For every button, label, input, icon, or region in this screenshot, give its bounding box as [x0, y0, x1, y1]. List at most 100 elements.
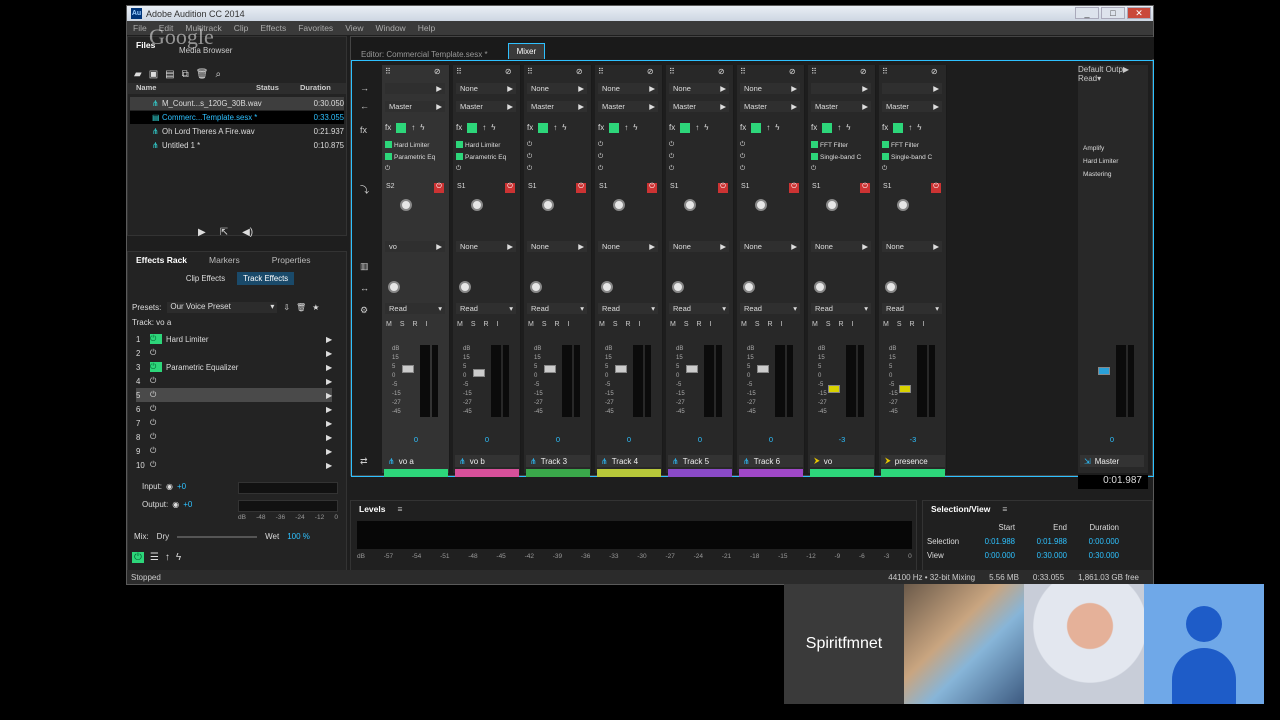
send-volume-knob[interactable] — [400, 199, 412, 211]
phase-icon[interactable]: ⊘ — [718, 67, 725, 76]
track-s-button[interactable]: S — [613, 321, 618, 328]
output-arrow-icon[interactable]: ← — [360, 101, 369, 111]
effect-slot[interactable]: 5 ⏻ ▶ — [136, 388, 332, 402]
drag-handle-icon[interactable]: ⠿ — [811, 67, 817, 76]
output-dropdown[interactable]: Master ▶ — [385, 101, 445, 112]
power-icon[interactable]: ⏻ — [150, 376, 162, 386]
master-fx-slot[interactable]: Mastering — [1081, 171, 1112, 178]
track-i-button[interactable]: I — [568, 321, 570, 328]
power-icon[interactable]: ⏻ — [150, 418, 162, 428]
track-m-button[interactable]: M — [457, 321, 463, 328]
send-bus-dropdown[interactable]: None ▶ — [882, 241, 942, 252]
fx-slot[interactable]: FFT Filter — [811, 141, 848, 150]
fx-icon[interactable]: fx — [527, 123, 533, 133]
track-r-button[interactable]: R — [839, 321, 844, 328]
close-button[interactable]: ✕ — [1127, 7, 1151, 19]
lightning-icon[interactable]: ϟ — [704, 123, 708, 133]
power-icon[interactable]: ⏻ — [527, 153, 532, 161]
power-icon[interactable] — [811, 153, 818, 162]
phase-icon[interactable]: ⊘ — [789, 67, 796, 76]
chevron-right-icon[interactable]: ▶ — [326, 377, 332, 386]
mix-slider[interactable] — [177, 535, 258, 538]
pan-knob[interactable] — [601, 281, 613, 293]
send-power-icon[interactable]: ⏻ — [860, 183, 870, 193]
fx-slot[interactable]: Single-band C — [882, 153, 932, 162]
send-power-icon[interactable]: ⏻ — [789, 183, 799, 193]
power-icon[interactable]: ⏻ — [385, 165, 390, 173]
track-s-button[interactable]: S — [542, 321, 547, 328]
power-icon[interactable] — [811, 141, 818, 150]
minimize-button[interactable]: _ — [1075, 7, 1099, 19]
send-bus-dropdown[interactable]: None ▶ — [811, 241, 871, 252]
fx-icon[interactable]: fx — [740, 123, 746, 133]
participant-avatar[interactable] — [1144, 584, 1264, 704]
fx-icon[interactable]: fx — [882, 123, 888, 133]
preset-dropdown[interactable]: Our Voice Preset ▾ — [167, 302, 278, 313]
input-arrow-icon[interactable]: → — [360, 83, 369, 93]
phase-icon[interactable]: ⊘ — [434, 67, 441, 76]
phase-icon[interactable]: ⊘ — [576, 67, 583, 76]
delete-preset-icon[interactable]: 🗑 — [296, 303, 306, 312]
favorite-star-icon[interactable]: ★ — [312, 303, 319, 312]
fx-power-icon[interactable] — [680, 123, 691, 133]
volume-fader[interactable]: dB 15 5 0 -5 -15 -27 -45 — [463, 345, 513, 420]
fader-cap[interactable] — [544, 365, 556, 373]
fx-icon[interactable]: fx — [456, 123, 462, 133]
track-r-button[interactable]: R — [768, 321, 773, 328]
power-icon[interactable] — [882, 141, 889, 150]
menu-window[interactable]: Window — [369, 23, 411, 33]
fx-power-icon[interactable] — [609, 123, 620, 133]
fader-cap[interactable] — [473, 369, 485, 377]
menu-effects[interactable]: Effects — [254, 23, 292, 33]
automation-dropdown[interactable]: Read ▾ — [740, 303, 800, 314]
fx-icon[interactable]: fx — [385, 123, 391, 133]
power-icon[interactable]: ⏻ — [150, 390, 162, 400]
lightning-icon[interactable]: ϟ — [176, 552, 181, 563]
effect-slot[interactable]: 2 ⏻ ▶ — [136, 346, 332, 360]
power-icon[interactable]: ⏻ — [669, 165, 674, 173]
track-s-button[interactable]: S — [897, 321, 902, 328]
track-name[interactable]: ⋔ Track 3 — [526, 455, 590, 467]
panel-menu-icon[interactable]: ≡ — [397, 504, 402, 514]
track-name[interactable]: ⮞ presence — [881, 455, 945, 467]
effect-slot[interactable]: 9 ⏻ ▶ — [136, 444, 332, 458]
fx-power-icon[interactable] — [396, 123, 407, 133]
input-dropdown[interactable]: None ▶ — [456, 83, 516, 94]
pre-post-icon[interactable]: ↑ — [553, 123, 557, 133]
track-m-button[interactable]: M — [883, 321, 889, 328]
selection-end[interactable]: 0:01.988 — [1015, 537, 1067, 546]
track-s-button[interactable]: S — [684, 321, 689, 328]
master-automation-dropdown[interactable]: Read▾ — [1078, 74, 1148, 83]
play-icon[interactable]: ▶ — [198, 227, 206, 238]
rack-power-icon[interactable]: ⏻ — [132, 552, 144, 563]
drag-handle-icon[interactable]: ⠿ — [598, 67, 604, 76]
drag-handle-icon[interactable]: ⠿ — [882, 67, 888, 76]
send-volume-knob[interactable] — [826, 199, 838, 211]
fx-slot[interactable]: ⏻ — [598, 153, 603, 161]
send-volume-knob[interactable] — [897, 199, 909, 211]
input-dropdown[interactable]: None ▶ — [527, 83, 587, 94]
power-icon[interactable]: ⏻ — [598, 153, 603, 161]
power-icon[interactable] — [456, 141, 463, 150]
save-preset-icon[interactable]: ⇩ — [283, 303, 290, 312]
send-bus-dropdown[interactable]: vo ▶ — [385, 241, 445, 252]
input-dropdown[interactable]: None ▶ — [669, 83, 729, 94]
fx-slot[interactable]: ⏻ — [527, 141, 532, 149]
input-dropdown[interactable]: ▶ — [882, 83, 942, 94]
effect-slot[interactable]: 10 ⏻ ▶ — [136, 458, 332, 472]
tab-markers[interactable]: Markers — [209, 255, 240, 265]
col-duration[interactable]: Duration — [292, 83, 331, 94]
power-icon[interactable] — [385, 141, 392, 150]
pre-post-icon[interactable]: ↑ — [624, 123, 628, 133]
pan-knob[interactable] — [885, 281, 897, 293]
master-fx-slot[interactable]: Amplify — [1081, 145, 1104, 152]
fx-slot[interactable]: ⏻ — [598, 141, 603, 149]
pan-knob[interactable] — [530, 281, 542, 293]
track-i-button[interactable]: I — [781, 321, 783, 328]
effect-slot[interactable]: 4 ⏻ ▶ — [136, 374, 332, 388]
power-icon[interactable]: ⏻ — [598, 141, 603, 149]
volume-value[interactable]: -3 — [808, 435, 876, 444]
pre-post-icon[interactable]: ↑ — [908, 123, 912, 133]
power-icon[interactable]: ⏻ — [150, 460, 162, 470]
effect-slot[interactable]: 1 ⏻ Hard Limiter ▶ — [136, 332, 332, 346]
